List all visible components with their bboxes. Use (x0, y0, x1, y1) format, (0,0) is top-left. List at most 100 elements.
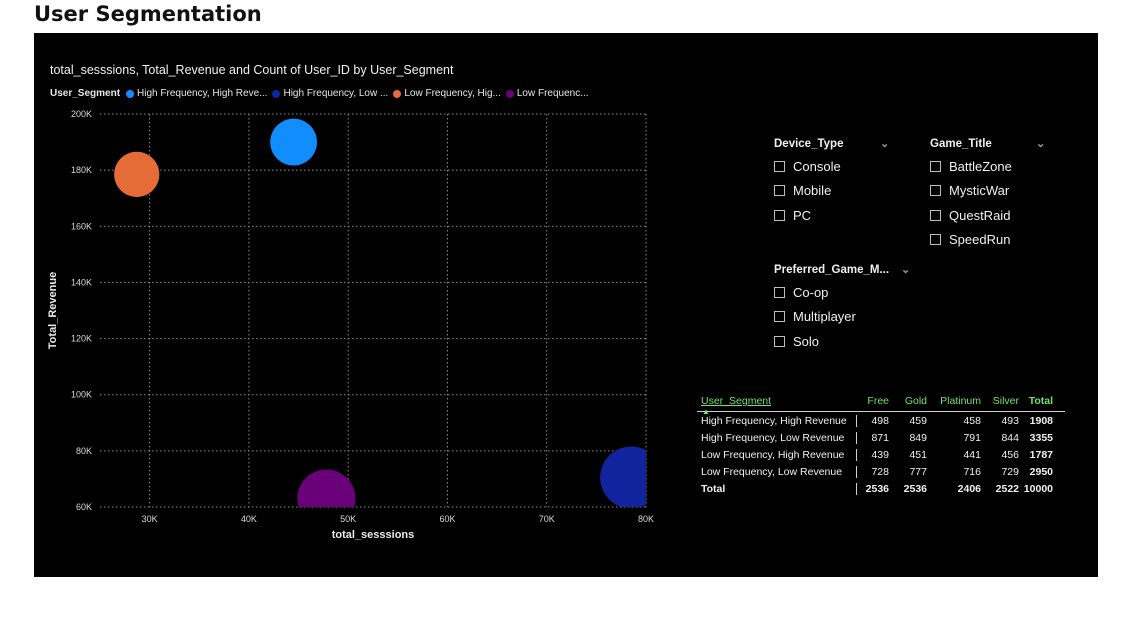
slicer-option-label: Co-op (793, 284, 829, 300)
slicer-option-label: BattleZone (949, 158, 1012, 174)
cell: 441 (963, 448, 981, 461)
matrix-row-header[interactable]: User_Segment (697, 395, 857, 407)
checkbox[interactable] (774, 286, 785, 298)
slicer-option-label: SpeedRun (949, 232, 1011, 248)
slicer-option-label: Solo (793, 333, 820, 349)
checkbox[interactable] (774, 311, 785, 323)
legend-item[interactable]: Low Frequenc... (505, 88, 589, 99)
checkbox[interactable] (774, 335, 785, 347)
legend-label: Low Frequenc... (516, 88, 589, 99)
y-tick-label: 120K (71, 334, 92, 344)
cell: 791 (963, 431, 981, 444)
bubble-point[interactable] (270, 118, 317, 166)
checkbox[interactable] (774, 185, 785, 197)
table-total-row: Total 2536 2536 2406 2522 10000 (697, 480, 1065, 497)
legend-label: High Frequency, Low ... (283, 88, 389, 99)
chevron-down-icon[interactable]: ⌄ (880, 137, 889, 150)
legend-item[interactable]: Low Frequency, Hig... (393, 88, 501, 99)
slicer-option[interactable]: Console (774, 154, 892, 179)
cell: 728 (871, 465, 889, 478)
table-row: High Frequency, Low Revenue 871 849 791 … (697, 429, 1065, 446)
cell: 498 (871, 414, 889, 427)
table-row: Low Frequency, High Revenue 439 451 441 … (697, 446, 1065, 463)
slicer-option[interactable]: Multiplayer (774, 305, 914, 330)
cell: 777 (909, 465, 927, 478)
slicer-option[interactable]: Mobile (774, 179, 892, 204)
cell: 2406 (957, 482, 981, 495)
slicer-title[interactable]: Game_Title ⌄ (930, 138, 1048, 154)
checkbox[interactable] (930, 234, 941, 246)
cell: 729 (1001, 465, 1019, 478)
x-axis-label: total_sesssions (332, 529, 415, 541)
slicer-device-type: Device_Type ⌄ Console Mobile PC (774, 138, 892, 228)
checkbox[interactable] (930, 185, 941, 197)
cell: 451 (909, 448, 927, 461)
y-tick-label: 200K (71, 109, 92, 119)
slicer-option[interactable]: BattleZone (930, 154, 1048, 179)
slicer-option[interactable]: QuestRaid (930, 203, 1048, 228)
x-tick-label: 50K (340, 514, 356, 524)
table-row: High Frequency, High Revenue 498 459 458… (697, 412, 1065, 429)
legend-title: User_Segment (50, 88, 121, 99)
slicer-option[interactable]: Solo (774, 329, 914, 354)
matrix-column-header[interactable]: Total (1019, 395, 1057, 407)
cell: 2536 (865, 482, 889, 495)
x-tick-label: 30K (142, 514, 158, 524)
y-tick-label: 100K (71, 390, 92, 400)
cell: 871 (871, 431, 889, 444)
chevron-down-icon[interactable]: ⌄ (901, 263, 910, 276)
slicer-option[interactable]: SpeedRun (930, 228, 1048, 253)
slicer-option[interactable]: PC (774, 203, 892, 228)
y-tick-label: 80K (76, 446, 92, 456)
row-label: Low Frequency, Low Revenue (697, 465, 857, 478)
matrix-body: High Frequency, High Revenue 498 459 458… (697, 412, 1065, 497)
sort-ascending-icon[interactable]: ▲ (702, 407, 710, 416)
legend-dot-icon (272, 89, 281, 98)
slicer-option-label: PC (793, 207, 812, 223)
checkbox[interactable] (930, 160, 941, 172)
matrix-column-header[interactable]: Gold (889, 395, 927, 407)
legend-item[interactable]: High Frequency, Low ... (272, 88, 388, 99)
dashboard-canvas: 60K 80K 100K 120K 140K 160K 180K 200K 30K 40K 50K 6… (34, 33, 1098, 577)
bubble-point[interactable] (114, 151, 160, 197)
slicer-title[interactable]: Device_Type ⌄ (774, 138, 892, 154)
slicer-game-title: Game_Title ⌄ BattleZone MysticWar QuestRa… (930, 138, 1048, 252)
row-label: High Frequency, Low Revenue (697, 431, 857, 444)
slicer-title-label: Preferred_Game_M... (774, 264, 890, 276)
legend-label: Low Frequency, Hig... (404, 88, 501, 99)
cell-total: 10000 (1023, 482, 1053, 495)
slicer-option[interactable]: Co-op (774, 280, 914, 305)
bubble-point[interactable] (600, 446, 662, 509)
chart-legend[interactable]: User_Segment High Frequency, High Reve..… (50, 88, 594, 99)
x-tick-label: 60K (439, 514, 455, 524)
slicer-title-label: Game_Title (930, 138, 992, 150)
matrix-header-row: User_Segment Free Gold Platinum Silver T… (697, 391, 1065, 412)
slicer-title[interactable]: Preferred_Game_M... ⌄ (774, 264, 914, 280)
chevron-down-icon[interactable]: ⌄ (1036, 137, 1045, 150)
legend-item[interactable]: High Frequency, High Reve... (126, 88, 267, 99)
cell: 439 (871, 448, 889, 461)
slicer-option-label: MysticWar (949, 183, 1010, 199)
checkbox[interactable] (774, 160, 785, 172)
legend-label: High Frequency, High Reve... (137, 88, 268, 99)
y-tick-label: 60K (76, 502, 92, 512)
slicer-option[interactable]: MysticWar (930, 179, 1048, 204)
cell: 459 (909, 414, 927, 427)
cell: 458 (963, 414, 981, 427)
checkbox[interactable] (930, 209, 941, 221)
row-label: High Frequency, High Revenue (697, 414, 857, 427)
y-tick-label: 160K (71, 221, 92, 231)
cell-total: 1908 (1029, 414, 1053, 427)
matrix-column-header[interactable]: Silver (981, 395, 1019, 407)
checkbox[interactable] (774, 209, 785, 221)
cell: 849 (909, 431, 927, 444)
slicer-title-label: Device_Type (774, 138, 844, 150)
cell: 456 (1001, 448, 1019, 461)
cell: 493 (1001, 414, 1019, 427)
matrix-column-header[interactable]: Free (857, 395, 889, 407)
scatter-chart[interactable]: 60K 80K 100K 120K 140K 160K 180K 200K 30K 40K 50K 6… (34, 33, 674, 563)
y-tick-label: 180K (71, 165, 92, 175)
cell: 2522 (995, 482, 1019, 495)
matrix-column-header[interactable]: Platinum (927, 395, 981, 407)
cell: 716 (963, 465, 981, 478)
